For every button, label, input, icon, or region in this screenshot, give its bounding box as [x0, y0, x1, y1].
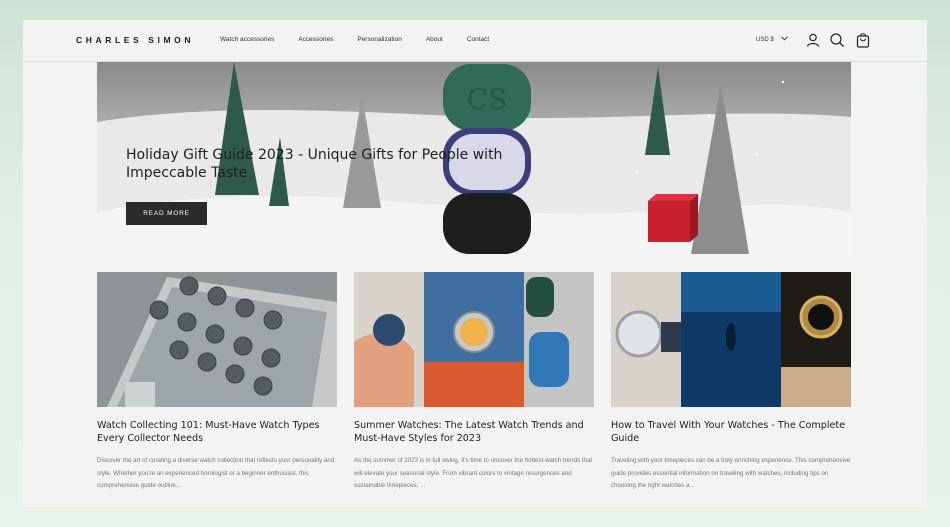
- article-excerpt: Traveling with your timepieces can be a …: [611, 457, 851, 489]
- brand-logo[interactable]: CHARLES SIMON: [76, 35, 194, 45]
- nav-item-watch-accessories[interactable]: Watch accessories: [220, 36, 274, 43]
- article-thumbnail[interactable]: [611, 272, 851, 407]
- article-card[interactable]: Watch Collecting 101: Must-Have Watch Ty…: [97, 272, 337, 493]
- hero-title[interactable]: Holiday Gift Guide 2023 - Unique Gifts f…: [126, 146, 546, 182]
- nav-item-personalization[interactable]: Personalization: [357, 36, 401, 43]
- nav-item-accessories[interactable]: Accessories: [298, 36, 333, 43]
- nav-item-contact[interactable]: Contact: [467, 36, 489, 43]
- article-title[interactable]: How to Travel With Your Watches - The Co…: [611, 419, 851, 445]
- nav-item-about[interactable]: About: [426, 36, 443, 43]
- currency-label: USD $: [756, 36, 774, 43]
- box-monogram: CS: [467, 83, 508, 116]
- article-title[interactable]: Watch Collecting 101: Must-Have Watch Ty…: [97, 419, 337, 445]
- article-thumbnail[interactable]: [354, 272, 594, 407]
- hero-banner[interactable]: CS Holiday Gift Guide 2023 - Unique Gift…: [97, 62, 851, 254]
- article-title[interactable]: Summer Watches: The Latest Watch Trends …: [354, 419, 594, 445]
- chevron-down-icon: [780, 36, 788, 43]
- search-icon[interactable]: [829, 32, 845, 48]
- article-excerpt: As the summer of 2023 is in full swing, …: [354, 457, 593, 489]
- article-excerpt: Discover the art of curating a diverse w…: [97, 457, 335, 489]
- site-header: CHARLES SIMON Watch accessories Accessor…: [23, 20, 927, 62]
- read-more-button[interactable]: READ MORE: [126, 202, 207, 225]
- article-card[interactable]: How to Travel With Your Watches - The Co…: [611, 272, 851, 493]
- article-thumbnail[interactable]: [97, 272, 337, 407]
- currency-selector[interactable]: USD $: [756, 36, 788, 43]
- shopping-bag-icon[interactable]: [855, 32, 871, 48]
- article-card[interactable]: Summer Watches: The Latest Watch Trends …: [354, 272, 594, 493]
- user-icon[interactable]: [805, 32, 821, 48]
- browser-page: CHARLES SIMON Watch accessories Accessor…: [23, 20, 927, 507]
- main-nav: Watch accessories Accessories Personaliz…: [220, 36, 513, 43]
